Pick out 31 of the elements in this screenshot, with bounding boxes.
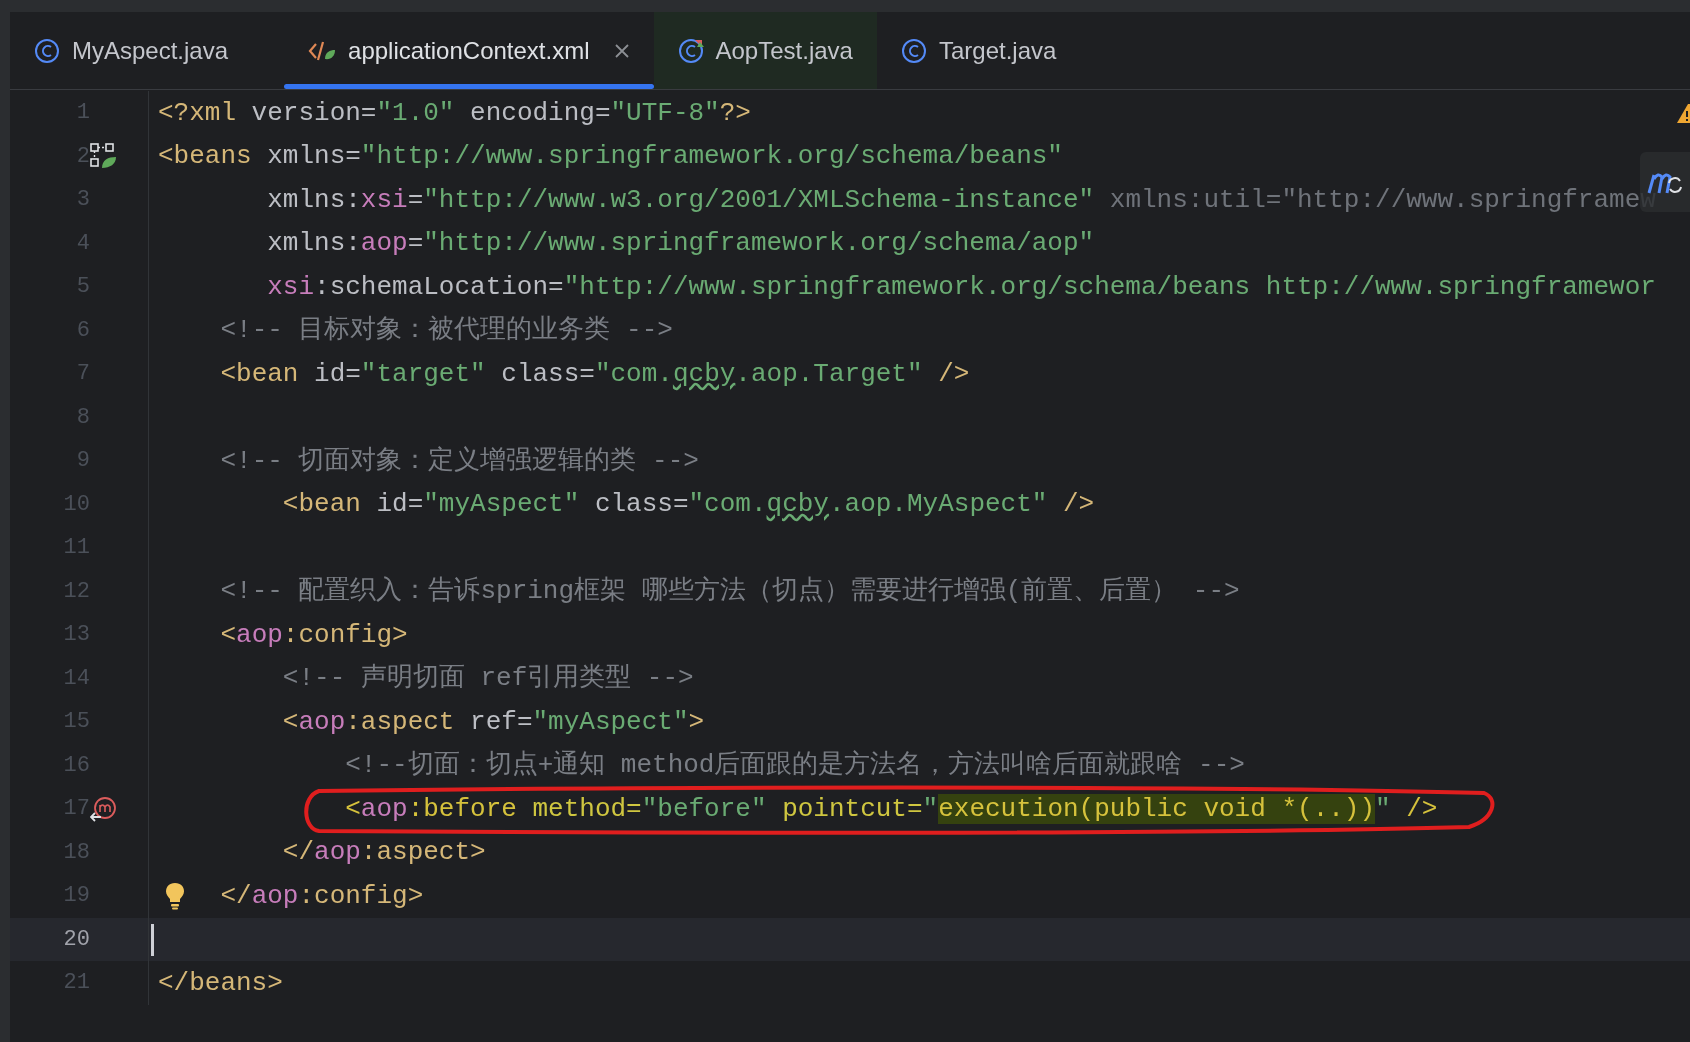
line-number: 20 (63, 925, 90, 954)
editor-tab[interactable]: applicationContext.xml (284, 12, 654, 89)
code-line: xsi:schemaLocation="http://www.springframework.org/schema/beans http://www.springframewor (267, 273, 1656, 300)
lightbulb-icon[interactable] (165, 882, 185, 910)
editor-tab[interactable]: AopTest.java (653, 12, 877, 89)
bean-icon[interactable] (90, 143, 116, 170)
code-line: </aop:aspect> (282, 839, 486, 866)
code-line: </aop:config> (220, 882, 424, 909)
class-icon (900, 37, 927, 64)
text-cursor (151, 923, 154, 956)
class-icon (34, 37, 60, 64)
code-line: <!-- 切面对象：定义增强逻辑的类 --> (220, 447, 699, 474)
code-line: <!-- 配置织入：告诉spring框架 哪些方法（切点）需要进行增强(前置、后置） --> (220, 578, 1240, 605)
code-line: <beans xmlns="http://www.springframework.org/schema/beans" (158, 143, 1063, 170)
code-line: <aop:config> (220, 621, 408, 648)
method-marker-icon[interactable] (90, 795, 118, 822)
code-line: <!--切面：切点+通知 method后面跟的是方法名，方法叫啥后面就跟啥 --> (345, 752, 1245, 779)
code-line: <?xml version="1.0" encoding="UTF-8"?> (158, 99, 751, 126)
editor-tab[interactable]: MyAspect.java (10, 12, 285, 89)
code-line: xmlns:aop="http://www.springframework.org/schema/aop" (267, 230, 1095, 257)
close-icon[interactable] (613, 42, 630, 59)
warning-icon[interactable] (1676, 103, 1690, 125)
code-line: <!-- 声明切面 ref引用类型 --> (282, 665, 694, 692)
code-line: <aop:before method="before" pointcut="execution(public void *(..))" /> (345, 795, 1438, 822)
code-line: <aop:aspect ref="myAspect"> (282, 708, 705, 735)
code-line: <!-- 目标对象：被代理的业务类 --> (220, 317, 673, 344)
code-line: <bean id="target" class="com.qcby.aop.Target" /> (220, 360, 970, 387)
test-class-icon (677, 37, 704, 64)
code-line: </beans> (158, 969, 283, 996)
editor-tab[interactable]: Target.java (876, 12, 1081, 89)
code-line: <bean id="myAspect" class="com.qcby.aop.MyAspect" /> (282, 491, 1095, 518)
